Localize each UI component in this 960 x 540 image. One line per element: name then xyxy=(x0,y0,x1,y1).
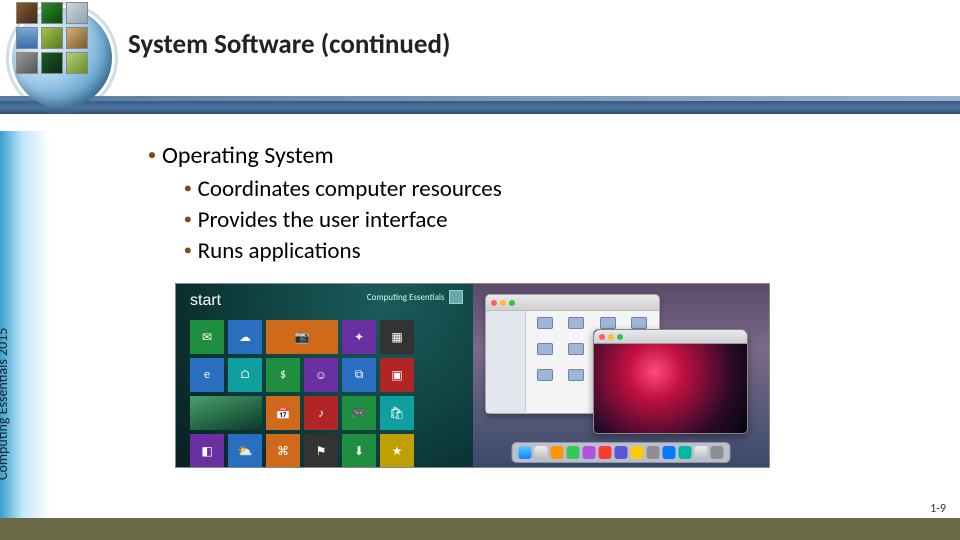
tile: ◧ xyxy=(190,434,224,467)
mac-window-titlebar xyxy=(486,295,659,311)
tile: 📅 xyxy=(266,396,300,430)
bullet-dot-icon: ● xyxy=(184,181,192,196)
tile: ✉ xyxy=(190,320,224,354)
minimize-icon xyxy=(608,334,614,340)
folder-icon xyxy=(532,317,559,337)
dock-icon xyxy=(614,446,627,459)
tile: ♪ xyxy=(304,396,338,430)
bullet-dot-icon: ● xyxy=(184,212,192,227)
tile: ⚑ xyxy=(304,434,338,467)
tile: ⧉ xyxy=(342,358,376,392)
dock-icon xyxy=(518,446,531,459)
mac-window-titlebar xyxy=(594,330,747,344)
footer-bar xyxy=(0,518,960,540)
left-gradient-bar: Computing Essentials 2015 xyxy=(0,131,50,520)
bullet-level2: ● Runs applications xyxy=(184,236,920,267)
bullet-level1: ● Operating System xyxy=(148,140,920,172)
bullet-dot-icon: ● xyxy=(184,243,192,258)
tile: e xyxy=(190,358,224,392)
bullet-dot-icon: ● xyxy=(148,146,156,163)
win-user-label: Computing Essentials xyxy=(367,290,463,304)
dock-icon xyxy=(710,446,723,459)
zoom-icon xyxy=(617,334,623,340)
windows-start-screenshot: start Computing Essentials ✉ ☁ 📷 ✦ ▦ e ⌂… xyxy=(176,284,473,467)
dock-icon xyxy=(630,446,643,459)
tile: ☁ xyxy=(228,320,262,354)
folder-icon xyxy=(563,317,590,337)
dock-icon xyxy=(678,446,691,459)
macos-screenshot xyxy=(473,284,770,467)
tile: ⬇ xyxy=(342,434,376,467)
bullet-level2-text: Runs applications xyxy=(198,237,361,265)
mac-media-window xyxy=(593,329,748,434)
slide-title: System Software (continued) xyxy=(128,28,450,61)
bullet-level2: ● Provides the user interface xyxy=(184,205,920,236)
content-area: ● Operating System ● Coordinates computer … xyxy=(148,140,920,268)
header: System Software (continued) xyxy=(0,0,960,115)
tile: ⌂ xyxy=(228,358,262,392)
screenshots-row: start Computing Essentials ✉ ☁ 📷 ✦ ▦ e ⌂… xyxy=(175,283,770,468)
side-label: Computing Essentials 2015 xyxy=(0,328,11,480)
tile: ⌘ xyxy=(266,434,300,467)
globe-image-grid xyxy=(16,2,88,74)
finder-sidebar xyxy=(486,311,526,413)
bullet-level2-text: Provides the user interface xyxy=(198,206,448,234)
tile: ★ xyxy=(380,434,414,467)
folder-icon xyxy=(532,343,559,363)
bullet-level2-text: Coordinates computer resources xyxy=(198,175,502,203)
win-start-label: start xyxy=(190,292,221,310)
close-icon xyxy=(491,300,497,306)
bullet-level2: ● Coordinates computer resources xyxy=(184,174,920,205)
dock-icon xyxy=(534,446,547,459)
dock-icon xyxy=(582,446,595,459)
folder-icon xyxy=(532,369,559,389)
win-tiles: ✉ ☁ 📷 ✦ ▦ e ⌂ $ ☺ ⧉ ▣ 📅 ♪ 🎮 🛍 ◧ ⛅ ⌘ ⚑ xyxy=(190,320,443,467)
tile: 🎮 xyxy=(342,396,376,430)
bullet-level1-text: Operating System xyxy=(162,141,334,170)
tile: ⛅ xyxy=(228,434,262,467)
mac-dock xyxy=(511,442,730,463)
dock-icon xyxy=(598,446,611,459)
win-user-text: Computing Essentials xyxy=(367,292,445,303)
tile: ☺ xyxy=(304,358,338,392)
folder-icon xyxy=(563,343,590,363)
close-icon xyxy=(599,334,605,340)
folder-icon xyxy=(563,369,590,389)
tile: ✦ xyxy=(342,320,376,354)
tile xyxy=(190,396,262,430)
page-number: 1-9 xyxy=(930,502,946,516)
tile: $ xyxy=(266,358,300,392)
dock-icon xyxy=(694,446,707,459)
avatar-icon xyxy=(449,290,463,304)
dock-icon xyxy=(566,446,579,459)
minimize-icon xyxy=(500,300,506,306)
dock-icon xyxy=(662,446,675,459)
tile: ▣ xyxy=(380,358,414,392)
dock-icon xyxy=(550,446,563,459)
tile: 🛍 xyxy=(380,396,414,430)
tile: 📷 xyxy=(266,320,338,354)
dock-icon xyxy=(646,446,659,459)
tile: ▦ xyxy=(380,320,414,354)
slide: System Software (continued) Computing Es… xyxy=(0,0,960,540)
zoom-icon xyxy=(509,300,515,306)
header-divider-thick xyxy=(0,101,960,114)
